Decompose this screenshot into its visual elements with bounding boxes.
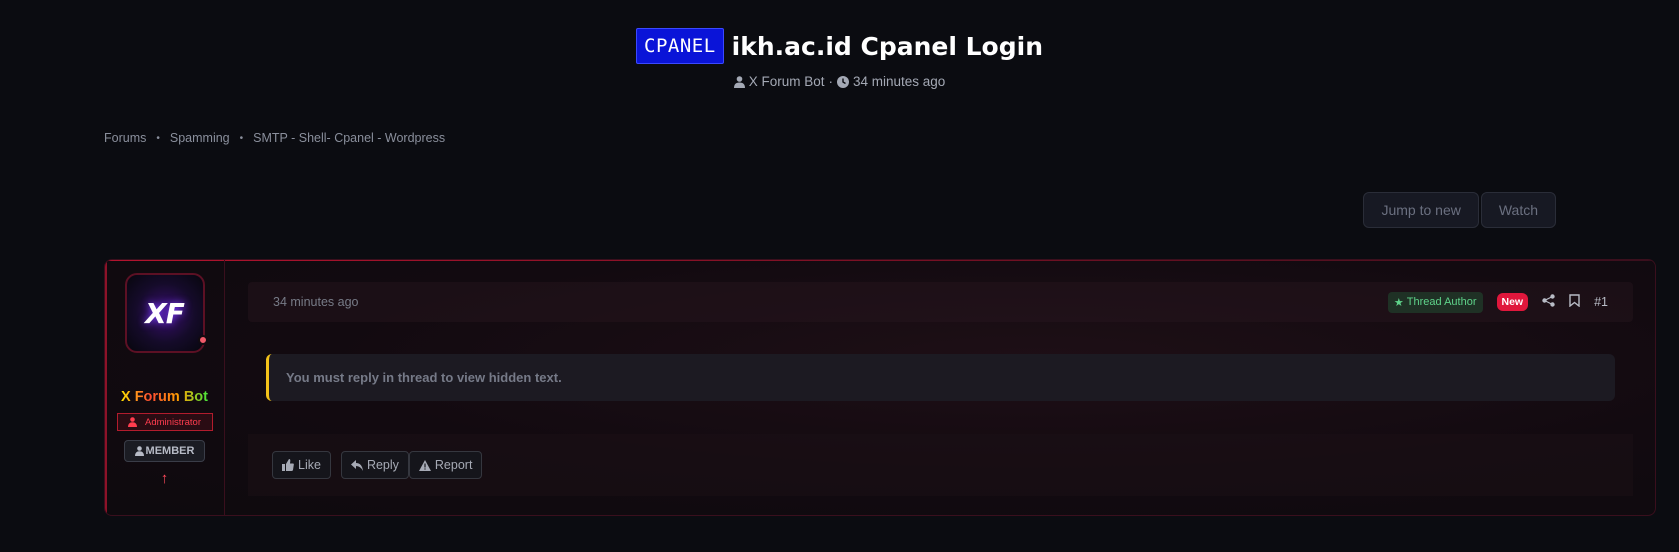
- admin-icon: [128, 417, 138, 427]
- reply-icon: [350, 459, 363, 471]
- thread-meta: X Forum Bot · 34 minutes ago: [0, 74, 1679, 89]
- post-user-column: XF X Forum Bot Administrator MEMBER ↑: [105, 260, 225, 515]
- breadcrumb-separator: •: [239, 132, 244, 144]
- member-badge: MEMBER: [123, 440, 206, 462]
- breadcrumb: Forums • Spamming • SMTP - Shell- Cpanel…: [104, 131, 445, 145]
- avatar-logo: XF: [145, 296, 185, 330]
- clock-icon: [836, 75, 849, 88]
- star-icon: ★: [1393, 296, 1404, 309]
- post-number-link[interactable]: #1: [1594, 295, 1608, 309]
- user-icon: [733, 75, 745, 88]
- thread-author-badge: ★ Thread Author: [1387, 291, 1483, 313]
- thread-author-link[interactable]: X Forum Bot: [749, 74, 825, 89]
- hidden-content-notice: You must reply in thread to view hidden …: [266, 354, 1615, 401]
- role-label: Administrator: [145, 416, 201, 428]
- like-label: Like: [298, 458, 321, 472]
- post-top-accent: [105, 260, 1655, 261]
- role-badge: Administrator: [116, 413, 213, 431]
- reply-button[interactable]: Reply: [340, 451, 409, 479]
- meta-separator: ·: [828, 74, 833, 89]
- like-button[interactable]: Like: [272, 451, 331, 479]
- online-indicator: [197, 335, 208, 345]
- post-username[interactable]: X Forum Bot: [121, 389, 208, 405]
- breadcrumb-separator: •: [156, 132, 160, 144]
- post-header: 34 minutes ago ★ Thread Author New #1: [248, 282, 1633, 322]
- post-footer: Like Reply Report: [248, 434, 1633, 496]
- new-badge: New: [1496, 293, 1529, 311]
- jump-to-new-button[interactable]: Jump to new: [1363, 192, 1479, 228]
- report-button[interactable]: Report: [408, 451, 483, 479]
- page-title: ikh.ac.id Cpanel Login: [731, 31, 1043, 61]
- member-label: MEMBER: [145, 445, 195, 457]
- post-main: 34 minutes ago ★ Thread Author New #1 Yo…: [248, 282, 1633, 496]
- reply-label: Reply: [366, 458, 399, 472]
- user-icon: [134, 446, 144, 456]
- thumbs-up-icon: [282, 459, 294, 471]
- avatar[interactable]: XF: [124, 273, 208, 353]
- thread-time: 34 minutes ago: [852, 74, 946, 89]
- post-date[interactable]: 34 minutes ago: [273, 295, 358, 309]
- breadcrumb-forums[interactable]: Forums: [104, 131, 146, 145]
- thread-prefix[interactable]: CPANEL: [636, 28, 724, 64]
- thread-actions: Jump to new Watch: [1363, 192, 1556, 228]
- breadcrumb-spamming[interactable]: Spamming: [170, 131, 230, 145]
- hidden-content-text: You must reply in thread to view hidden …: [286, 370, 562, 385]
- arrow-up-icon: ↑: [160, 470, 169, 487]
- warning-icon: [418, 459, 431, 471]
- watch-button[interactable]: Watch: [1480, 192, 1556, 228]
- share-icon[interactable]: [1542, 294, 1555, 310]
- thread-header: CPANEL ikh.ac.id Cpanel Login X Forum Bo…: [0, 28, 1679, 89]
- post-card: XF X Forum Bot Administrator MEMBER ↑ 34…: [104, 259, 1656, 516]
- breadcrumb-smtp-shell[interactable]: SMTP - Shell- Cpanel - Wordpress: [253, 131, 445, 145]
- report-label: Report: [434, 458, 473, 472]
- thread-author-label: Thread Author: [1406, 296, 1477, 308]
- bookmark-icon[interactable]: [1569, 294, 1580, 310]
